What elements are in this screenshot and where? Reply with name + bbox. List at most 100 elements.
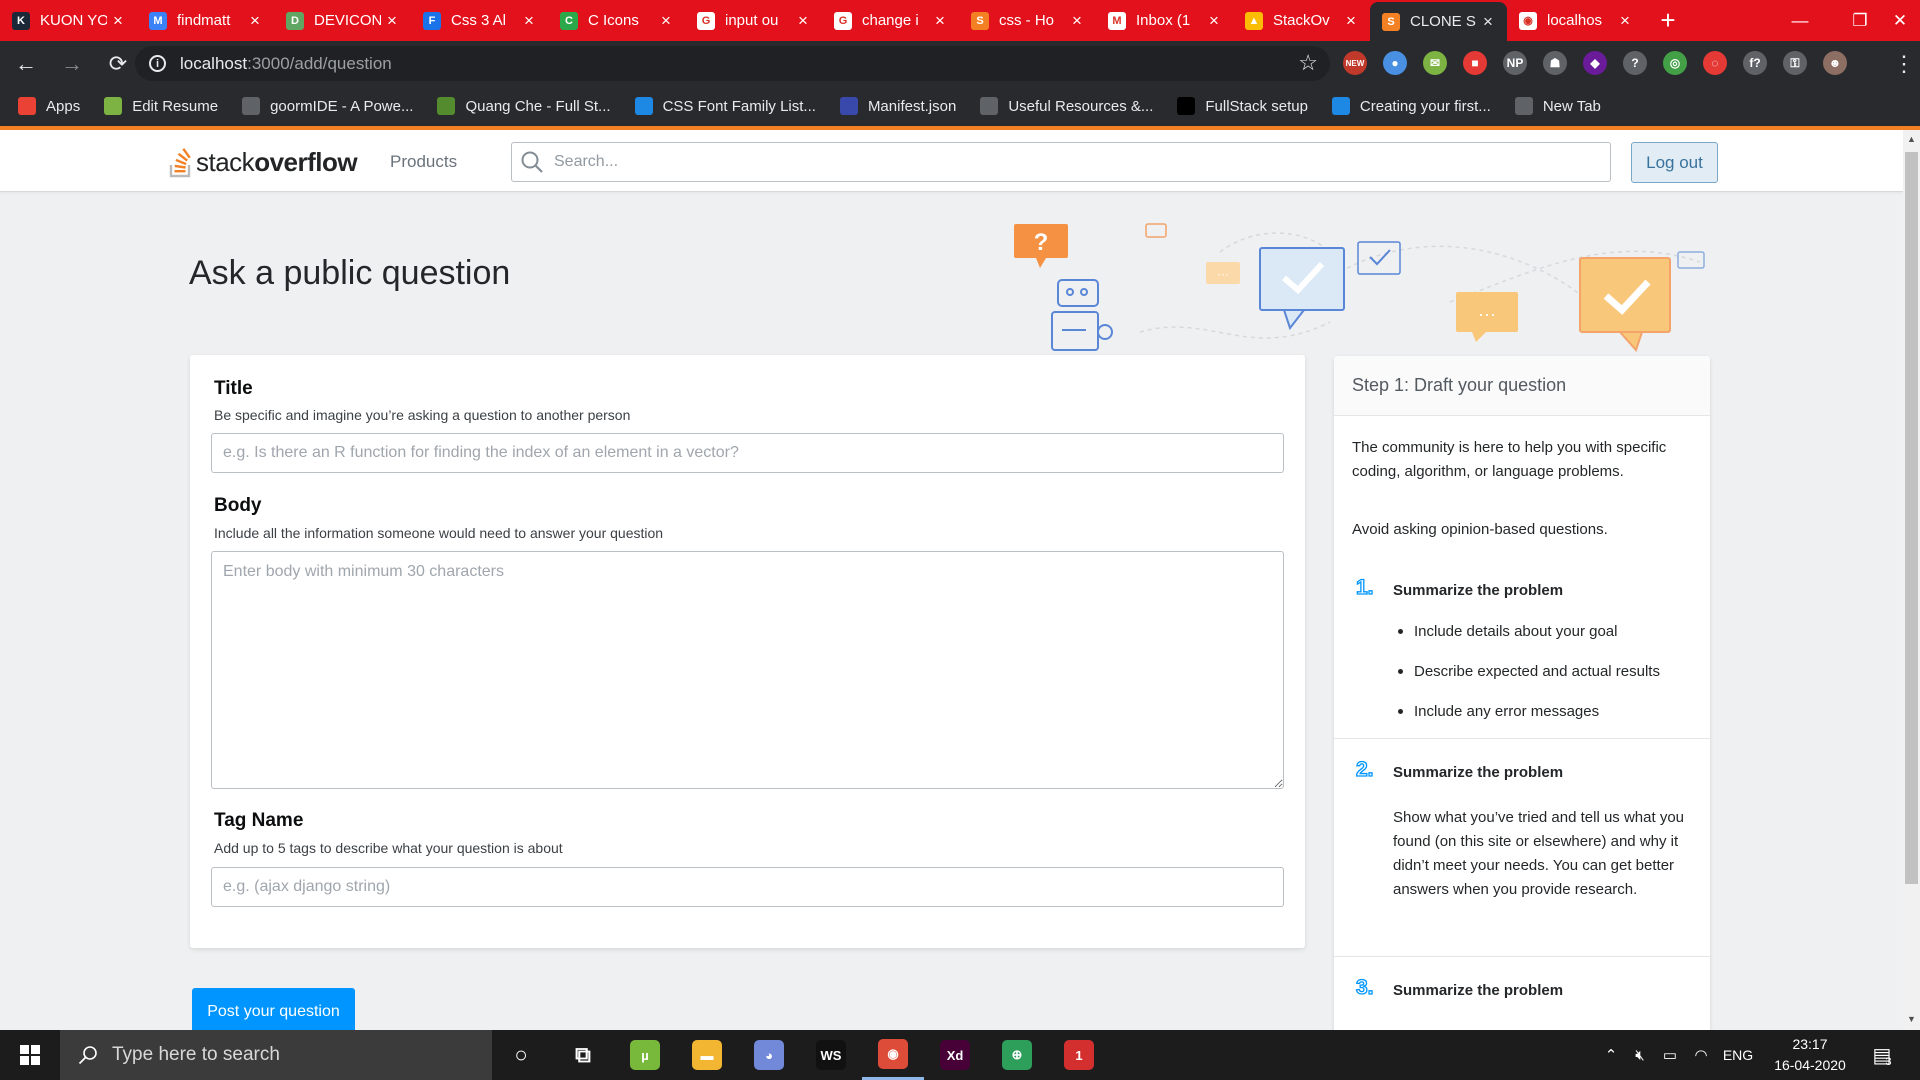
browser-tab[interactable]: Ginput ou ×	[685, 0, 822, 41]
close-tab-icon[interactable]: ×	[1477, 12, 1499, 32]
browser-toolbar: ← → ⟳ i localhost:3000/add/question ☆ ⋮ …	[0, 41, 1920, 86]
back-button[interactable]: ←	[6, 44, 46, 84]
new-badge-extension-icon[interactable]: NEW	[1343, 51, 1367, 75]
action-center-button[interactable]: ▤ 3	[1862, 1030, 1902, 1080]
red-ring-extension-icon[interactable]: ◌	[1703, 51, 1727, 75]
circle-extension-icon[interactable]: ●	[1383, 51, 1407, 75]
close-tab-icon[interactable]: ×	[244, 11, 266, 31]
volume-muted-icon[interactable]: 🔇︎	[1627, 1030, 1653, 1080]
close-tab-icon[interactable]: ×	[1614, 11, 1636, 31]
browser-tab[interactable]: F Css 3 Al ×	[411, 0, 548, 41]
system-clock[interactable]: 23:17 16-04-2020	[1765, 1034, 1855, 1076]
input-language[interactable]: ENG	[1718, 1030, 1758, 1080]
bookmark-item[interactable]: Quang Che - Full St...	[437, 97, 611, 115]
profile-avatar-icon[interactable]: ☻	[1823, 51, 1847, 75]
stackoverflow-logo[interactable]: stackoverflow	[168, 142, 358, 178]
browser-tab[interactable]: ▲ StackOv ×	[1233, 0, 1370, 41]
close-tab-icon[interactable]: ×	[381, 11, 403, 31]
cortana-icon[interactable]: ○	[490, 1030, 552, 1080]
battery-icon[interactable]: ▭	[1657, 1030, 1683, 1080]
forward-button[interactable]: →	[52, 44, 92, 84]
sprout-icon	[437, 97, 456, 115]
webstorm-icon[interactable]: WS	[800, 1030, 862, 1080]
scrollbar-thumb[interactable]	[1905, 152, 1918, 884]
adobe-xd-icon[interactable]: Xd	[924, 1030, 986, 1080]
tab-title: findmatt	[177, 12, 231, 29]
red-extension-icon[interactable]: ■	[1463, 51, 1487, 75]
tab-title: DEVICON	[314, 12, 381, 29]
task-view-icon[interactable]: ⧉	[552, 1030, 614, 1080]
red-app-icon[interactable]: 1	[1048, 1030, 1110, 1080]
close-tab-icon[interactable]: ×	[518, 11, 540, 31]
question-extension-icon[interactable]: ?	[1623, 51, 1647, 75]
robot-extension-icon[interactable]: ☗	[1543, 51, 1567, 75]
close-tab-icon[interactable]: ×	[1066, 11, 1088, 31]
bookmark-star-icon[interactable]: ☆	[1298, 50, 1318, 76]
browser-tab[interactable]: D DEVICON ×	[274, 0, 411, 41]
minimize-window-icon[interactable]: —	[1770, 0, 1830, 41]
search-input[interactable]	[554, 153, 1454, 171]
close-window-icon[interactable]: ✕	[1880, 0, 1920, 41]
scroll-down-arrow-icon[interactable]: ▼	[1907, 1014, 1916, 1024]
bookmark-item[interactable]: New Tab	[1514, 97, 1601, 115]
utorrent-icon[interactable]: µ	[614, 1030, 676, 1080]
title-label: Title	[214, 378, 253, 399]
bookmark-item[interactable]: Manifest.json	[839, 97, 957, 115]
logout-button[interactable]: Log out	[1631, 142, 1718, 183]
tag-input[interactable]	[211, 867, 1284, 907]
step-1-bullet: Include details about your goal	[1393, 623, 1617, 640]
page-scrollbar[interactable]: ▲ ▼	[1903, 130, 1920, 1030]
step-1-bullet: Describe expected and actual results	[1393, 663, 1660, 680]
new-tab-button[interactable]: +	[1644, 0, 1692, 41]
discord-icon[interactable]: ◕	[738, 1030, 800, 1080]
chat-extension-icon[interactable]: ✉	[1423, 51, 1447, 75]
site-info-icon[interactable]: i	[149, 55, 166, 72]
close-tab-icon[interactable]: ×	[792, 11, 814, 31]
body-textarea[interactable]	[211, 551, 1284, 789]
products-nav-link[interactable]: Products	[390, 152, 457, 172]
browser-tab[interactable]: K KUON YO ×	[0, 0, 137, 41]
basketball-app-icon[interactable]: ⊕	[986, 1030, 1048, 1080]
purple-extension-icon[interactable]: ◆	[1583, 51, 1607, 75]
bookmark-item[interactable]: goormIDE - A Powe...	[242, 97, 413, 115]
windows-logo-icon	[20, 1045, 40, 1065]
close-tab-icon[interactable]: ×	[1340, 11, 1362, 31]
wifi-icon[interactable]: ◠	[1688, 1030, 1714, 1080]
show-hidden-icons-chevron-icon[interactable]: ⌃	[1600, 1030, 1622, 1080]
browser-tab[interactable]: Scss - Ho ×	[959, 0, 1096, 41]
browser-tab[interactable]: Mfindmatt ×	[137, 0, 274, 41]
taskbar-search-box[interactable]: Type here to search	[60, 1030, 492, 1080]
browser-tab[interactable]: S CLONE S ×	[1370, 2, 1507, 41]
chrome-icon[interactable]: ◉	[862, 1030, 924, 1080]
address-bar[interactable]: i localhost:3000/add/question ☆	[135, 46, 1330, 81]
close-tab-icon[interactable]: ×	[1203, 11, 1225, 31]
browser-tab[interactable]: Gchange i ×	[822, 0, 959, 41]
bookmark-item[interactable]: Useful Resources &...	[980, 97, 1153, 115]
close-tab-icon[interactable]: ×	[655, 11, 677, 31]
key-extension-icon[interactable]: ⚿	[1783, 51, 1807, 75]
bookmark-item[interactable]: FullStack setup	[1177, 97, 1308, 115]
chrome-menu-icon[interactable]: ⋮	[1893, 51, 1915, 77]
browser-tab[interactable]: ◉ localhos ×	[1507, 0, 1644, 41]
reload-button[interactable]: ⟳	[98, 44, 138, 84]
bookmark-item[interactable]: CSS Font Family List...	[634, 97, 816, 115]
fx-extension-icon[interactable]: f?	[1743, 51, 1767, 75]
file-explorer-icon[interactable]: ▬	[676, 1030, 738, 1080]
green-ring-extension-icon[interactable]: ◎	[1663, 51, 1687, 75]
browser-tab[interactable]: C C Icons ×	[548, 0, 685, 41]
step-2-title: Summarize the problem	[1393, 764, 1564, 781]
title-input[interactable]	[211, 433, 1284, 473]
bookmark-item[interactable]: Apps	[18, 97, 80, 115]
close-tab-icon[interactable]: ×	[929, 11, 951, 31]
browser-tab[interactable]: M Inbox (1 ×	[1096, 0, 1233, 41]
bookmark-label: Manifest.json	[867, 97, 957, 115]
np-extension-icon[interactable]: NP	[1503, 51, 1527, 75]
site-search[interactable]	[511, 142, 1611, 182]
close-tab-icon[interactable]: ×	[107, 11, 129, 31]
bookmark-item[interactable]: Edit Resume	[104, 97, 218, 115]
stackoverflow-icon: S	[1382, 12, 1400, 31]
post-question-button[interactable]: Post your question	[192, 988, 355, 1030]
start-button[interactable]	[0, 1030, 60, 1080]
bookmark-item[interactable]: Creating your first...	[1331, 97, 1491, 115]
scroll-up-arrow-icon[interactable]: ▲	[1907, 134, 1916, 144]
